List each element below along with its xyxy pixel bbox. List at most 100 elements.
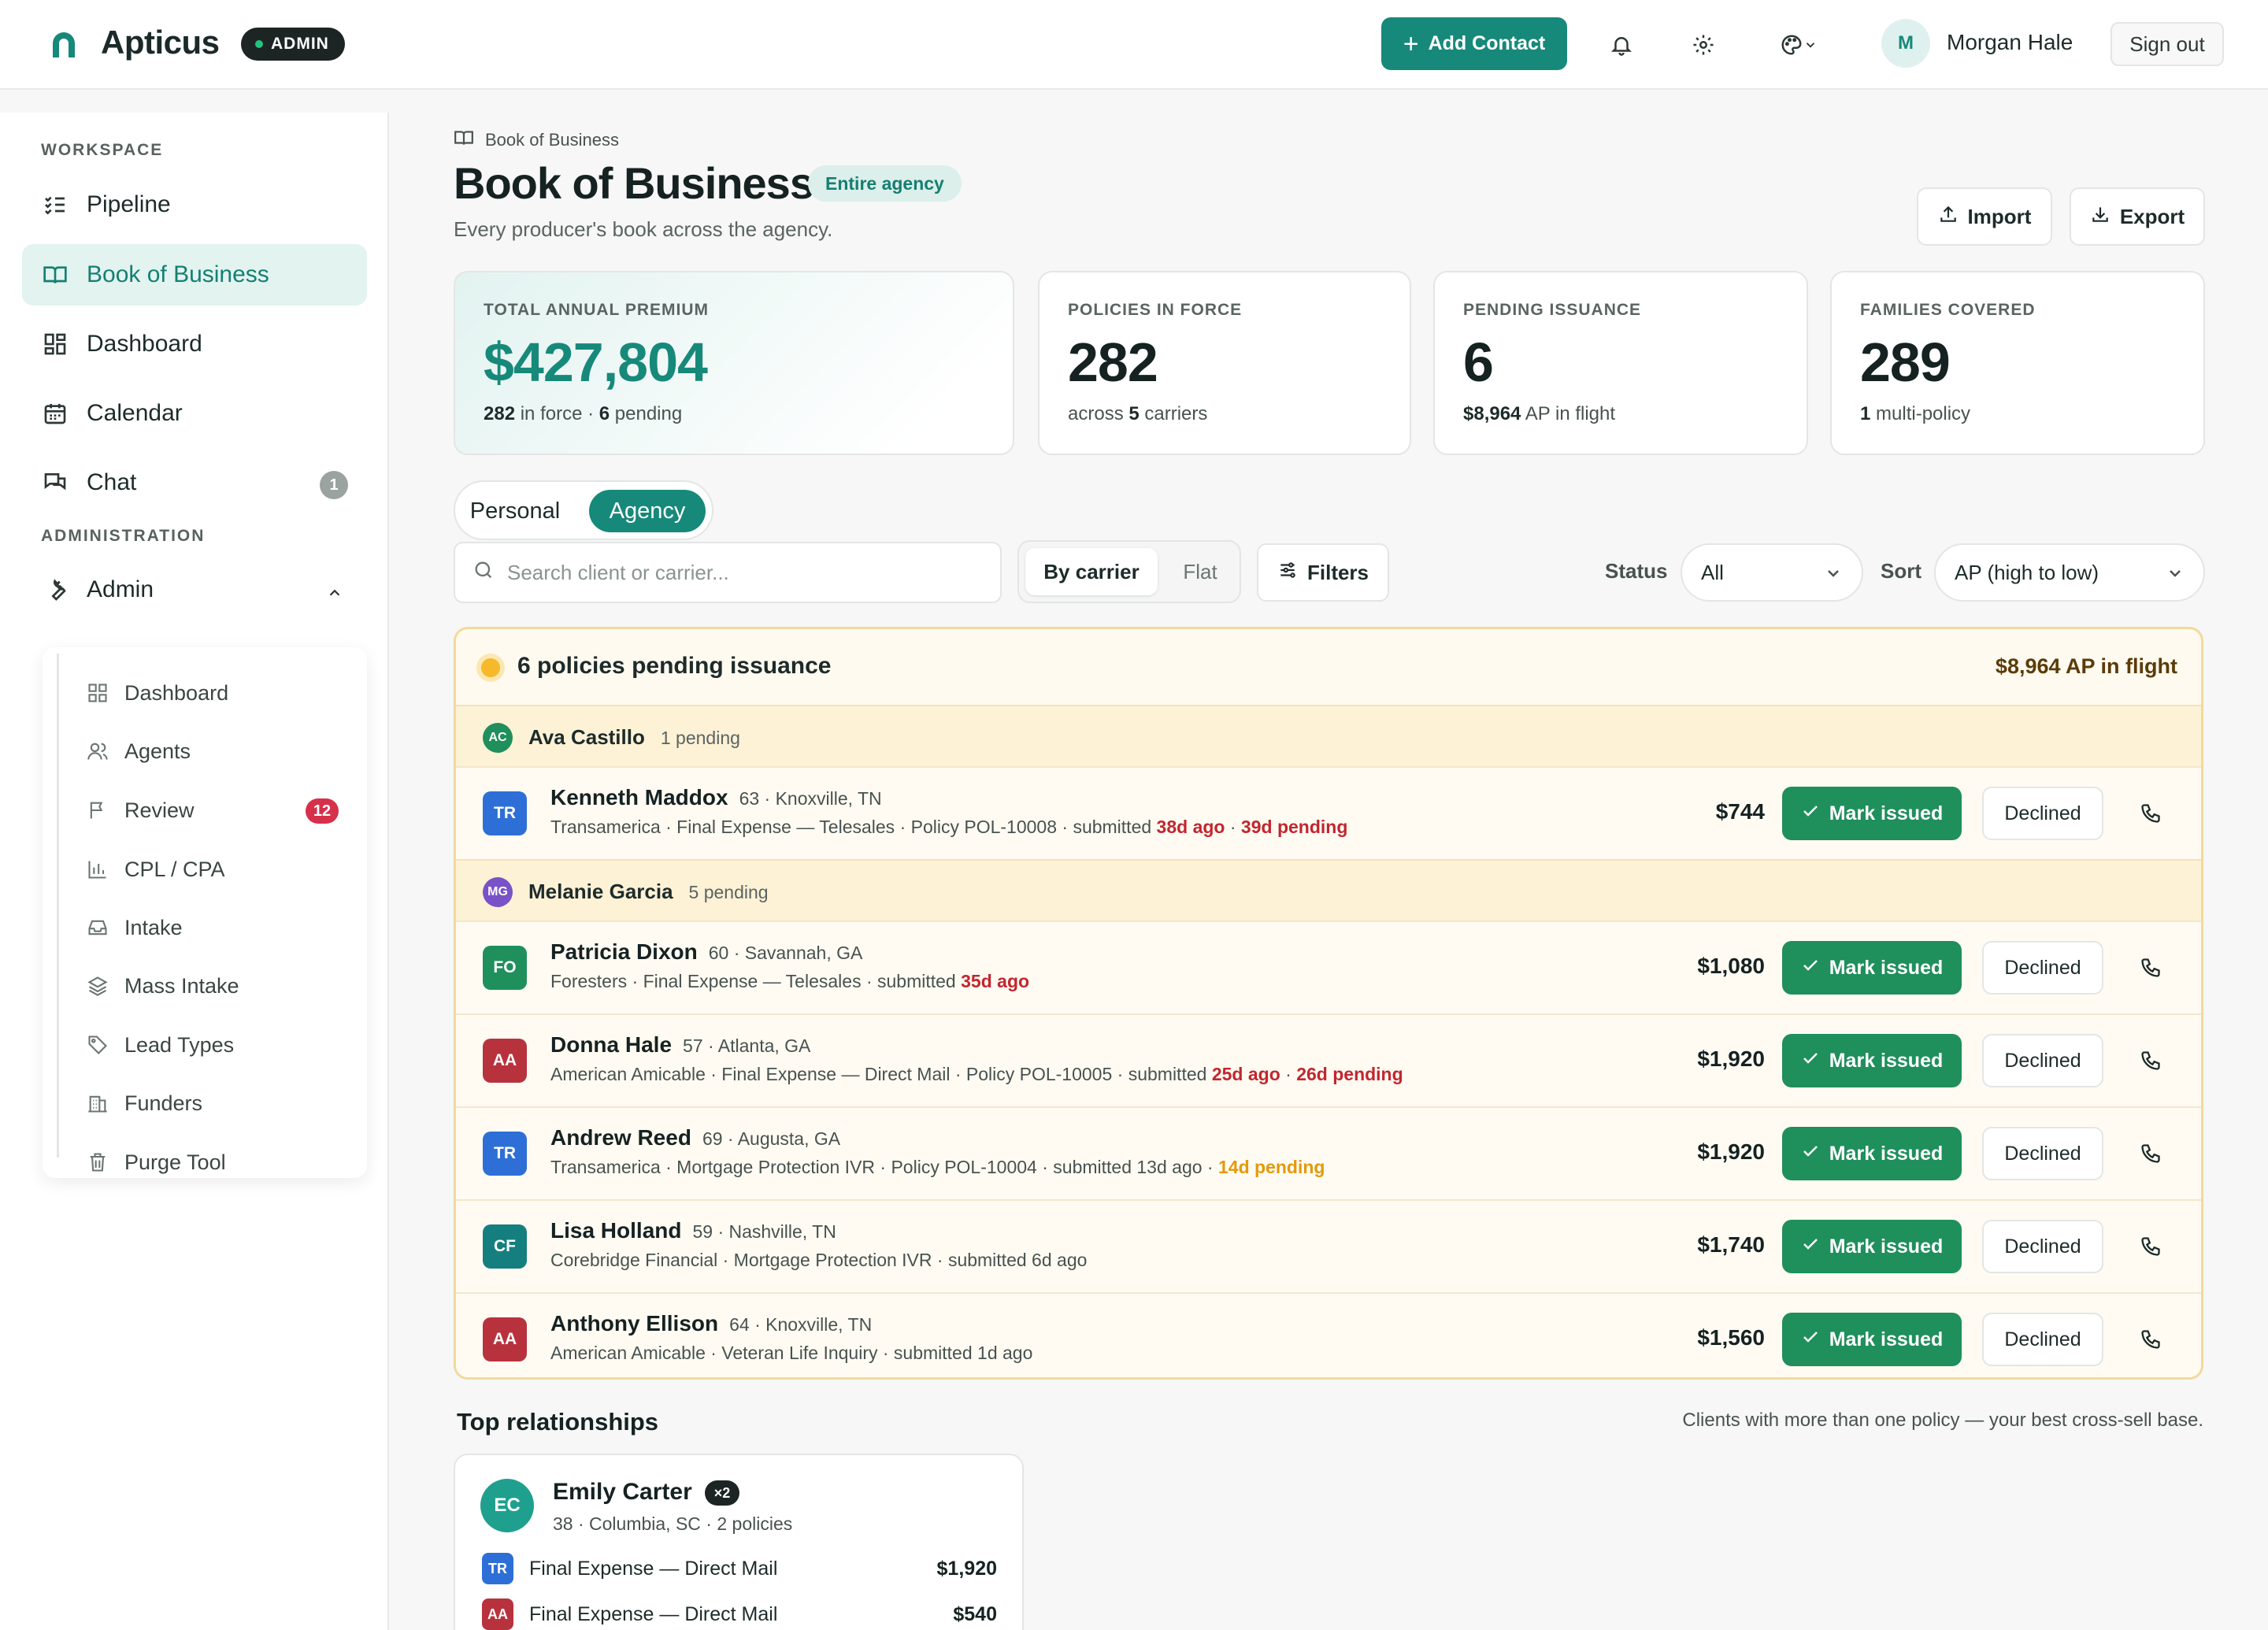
sidebar-item-chat[interactable]: Chat 1 (22, 452, 367, 513)
client-name[interactable]: Patricia Dixon 60 · Savannah, GA (550, 939, 862, 965)
admin-sub-lead-types[interactable]: Lead Types (85, 1021, 353, 1069)
apticus-logo-icon[interactable] (46, 27, 82, 63)
toggle-personal[interactable]: Personal (465, 490, 565, 532)
bell-icon[interactable] (1603, 27, 1640, 63)
check-icon (1801, 1235, 1820, 1259)
sidebar-item-label: Chat (87, 469, 137, 495)
agent-avatar: AC (483, 723, 513, 753)
client-avatar: EC (480, 1479, 534, 1532)
mark-issued-button[interactable]: Mark issued (1782, 1034, 1962, 1087)
sidebar-item-label: Book of Business (87, 261, 269, 287)
sort-select[interactable]: AP (high to low) (1934, 543, 2205, 602)
phone-icon[interactable] (2136, 954, 2165, 982)
client-name[interactable]: Andrew Reed 69 · Augusta, GA (550, 1125, 840, 1150)
stat-pending-issuance: PENDING ISSUANCE 6 $8,964 AP in flight (1433, 271, 1808, 455)
stat-sub: 282 in force · 6 pending (484, 403, 683, 424)
phone-icon[interactable] (2136, 1047, 2165, 1075)
sidebar-item-book-of-business[interactable]: Book of Business (22, 244, 367, 306)
mark-issued-button[interactable]: Mark issued (1782, 1313, 1962, 1366)
phone-icon[interactable] (2136, 799, 2165, 828)
client-name[interactable]: Kenneth Maddox 63 · Knoxville, TN (550, 785, 882, 810)
declined-button[interactable]: Declined (1982, 941, 2103, 995)
mark-issued-button[interactable]: Mark issued (1782, 1220, 1962, 1273)
admin-sub-mass-intake[interactable]: Mass Intake (85, 962, 353, 1009)
admin-sub-label: Agents (124, 739, 191, 763)
relationship-policy-line: AA Final Expense — Direct Mail $540 (482, 1597, 997, 1630)
stat-label: PENDING ISSUANCE (1463, 301, 1642, 319)
gear-icon[interactable] (1685, 27, 1721, 63)
mark-issued-button[interactable]: Mark issued (1782, 941, 1962, 995)
group-flat[interactable]: Flat (1164, 548, 1236, 595)
plus-icon: + (1403, 28, 1419, 59)
pending-policy-row: AA Anthony Ellison 64 · Knoxville, TN Ame… (456, 1292, 2201, 1377)
brand-name[interactable]: Apticus (101, 24, 220, 61)
admin-sub-review[interactable]: Review 12 (85, 787, 353, 834)
search-icon (472, 559, 495, 587)
admin-sub-label: Mass Intake (124, 973, 239, 998)
policy-product: Final Expense — Direct Mail (529, 1557, 778, 1580)
group-by-carrier[interactable]: By carrier (1025, 548, 1158, 595)
client-name[interactable]: Lisa Holland 59 · Nashville, TN (550, 1218, 836, 1243)
admin-sub-label: Intake (124, 915, 183, 939)
export-button[interactable]: Export (2070, 187, 2205, 246)
admin-sub-funders[interactable]: Funders (85, 1080, 353, 1127)
top-bar: Apticus ADMIN + Add Contact M Morgan Hal… (0, 0, 2268, 90)
admin-sub-purge-tool[interactable]: Purge Tool (85, 1139, 353, 1186)
sidebar-item-calendar[interactable]: Calendar (22, 383, 367, 444)
download-icon (2090, 204, 2110, 230)
mark-issued-button[interactable]: Mark issued (1782, 1127, 1962, 1180)
declined-button[interactable]: Declined (1982, 787, 2103, 840)
layers-icon (85, 973, 110, 998)
pending-policy-row: TR Andrew Reed 69 · Augusta, GA Transamer… (456, 1106, 2201, 1199)
stat-sub: 1 multi-policy (1860, 403, 1971, 424)
pending-policy-row: CF Lisa Holland 59 · Nashville, TN Corebr… (456, 1199, 2201, 1292)
import-label: Import (1967, 204, 2032, 228)
user-avatar[interactable]: M (1881, 19, 1930, 68)
client-name[interactable]: Emily Carter ×2 (553, 1479, 740, 1506)
chat-unread-badge: 1 (320, 471, 348, 499)
toggle-agency[interactable]: Agency (589, 490, 706, 532)
sign-out-button[interactable]: Sign out (2110, 22, 2224, 66)
admin-sub-agents[interactable]: Agents (85, 728, 353, 775)
book-open-icon (41, 261, 69, 289)
page-subtitle: Every producer's book across the agency. (454, 217, 833, 241)
client-name[interactable]: Donna Hale 57 · Atlanta, GA (550, 1032, 810, 1058)
import-button[interactable]: Import (1917, 187, 2052, 246)
sliders-icon (1277, 560, 1298, 586)
filters-button[interactable]: Filters (1257, 543, 1389, 602)
status-select[interactable]: All (1681, 543, 1863, 602)
admin-sub-label: CPL / CPA (124, 857, 225, 881)
stat-total-annual-premium: TOTAL ANNUAL PREMIUM $427,804 282 in for… (454, 271, 1014, 455)
admin-sub-cpl-cpa[interactable]: CPL / CPA (85, 846, 353, 893)
search-input[interactable] (507, 560, 980, 585)
stat-label: TOTAL ANNUAL PREMIUM (484, 301, 709, 319)
chevron-up-icon[interactable] (326, 581, 343, 608)
phone-icon[interactable] (2136, 1232, 2165, 1261)
declined-button[interactable]: Declined (1982, 1313, 2103, 1366)
phone-icon[interactable] (2136, 1139, 2165, 1168)
relationship-card[interactable]: EC Emily Carter ×2 38 · Columbia, SC · 2 … (454, 1454, 1024, 1630)
breadcrumb-label[interactable]: Book of Business (485, 130, 619, 150)
client-name[interactable]: Anthony Ellison 64 · Knoxville, TN (550, 1311, 872, 1336)
sidebar-item-admin[interactable]: Admin (22, 559, 367, 621)
tag-icon (85, 1032, 110, 1058)
declined-button[interactable]: Declined (1982, 1034, 2103, 1087)
admin-sub-dashboard[interactable]: Dashboard (85, 669, 353, 717)
sidebar-item-pipeline[interactable]: Pipeline (22, 174, 367, 235)
theme-palette-icon[interactable] (1767, 27, 1830, 63)
mark-issued-button[interactable]: Mark issued (1782, 787, 1962, 840)
stat-value: 6 (1463, 332, 1494, 393)
bar-chart-icon (85, 857, 110, 882)
user-name[interactable]: Morgan Hale (1947, 30, 2073, 55)
policy-description: Transamerica · Final Expense — Telesales… (550, 817, 1348, 837)
top-relationships-note: Clients with more than one policy — your… (1682, 1410, 2203, 1431)
declined-button[interactable]: Declined (1982, 1220, 2103, 1273)
policy-description: American Amicable · Final Expense — Dire… (550, 1064, 1403, 1084)
declined-button[interactable]: Declined (1982, 1127, 2103, 1180)
sidebar-item-dashboard[interactable]: Dashboard (22, 313, 367, 375)
add-contact-button[interactable]: + Add Contact (1381, 17, 1567, 70)
stat-sub: across 5 carriers (1068, 403, 1208, 424)
admin-sub-intake[interactable]: Intake (85, 904, 353, 951)
sidebar-item-label: Calendar (87, 400, 183, 426)
phone-icon[interactable] (2136, 1325, 2165, 1354)
